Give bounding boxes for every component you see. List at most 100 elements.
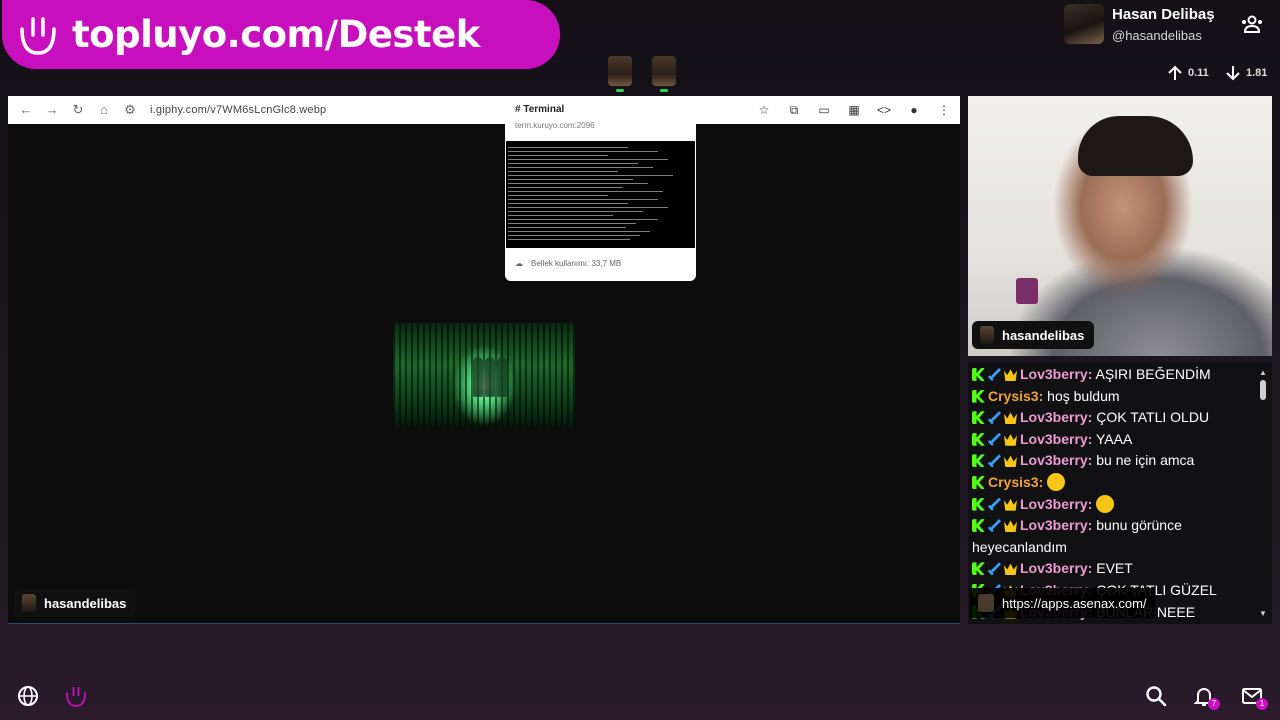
sword-badge-icon: [988, 497, 1001, 511]
sword-badge-icon: [988, 454, 1001, 468]
browser-toolbar: ← → ↻ ⌂ ⚙ i.giphy.com/v7WM6sLcnGlc8.webp…: [8, 96, 960, 124]
extensions-icon[interactable]: ⧉: [786, 102, 802, 118]
home-icon[interactable]: ⌂: [96, 102, 112, 118]
chat-scrollbar[interactable]: ▲ ▼: [1258, 368, 1268, 618]
webcam-feed[interactable]: hasandelibas: [968, 96, 1272, 356]
crown-badge-icon: [1004, 498, 1017, 511]
chat-message: Lov3berry: bu ne için amca: [968, 450, 1252, 472]
download-stat: 1.81: [1224, 64, 1267, 82]
chat-username[interactable]: Lov3berry:: [1020, 431, 1092, 447]
menu-kebab-icon[interactable]: ⋮: [936, 102, 952, 118]
link-url[interactable]: https://apps.asenax.com/: [1002, 596, 1147, 611]
chat-username[interactable]: Crysis3:: [988, 388, 1043, 404]
crown-badge-icon: [1004, 369, 1017, 381]
url-text[interactable]: i.giphy.com/v7WM6sLcnGlc8.webp: [150, 104, 326, 116]
chat-username[interactable]: Lov3berry:: [1020, 452, 1092, 468]
chat-message: Lov3berry: bunu görünce heyecanlandım: [968, 515, 1252, 558]
sword-badge-icon: [988, 519, 1001, 533]
devtools-icon[interactable]: <>: [876, 102, 892, 118]
profile-avatar[interactable]: [1064, 4, 1104, 44]
kick-badge-icon: [972, 454, 985, 468]
chat-text: bu ne için amca: [1096, 452, 1195, 469]
camera-user-tag: hasandelibas: [972, 321, 1095, 349]
webcam-person: [1078, 116, 1193, 176]
user-avatar: [980, 326, 994, 344]
chat-username[interactable]: Crysis3:: [988, 474, 1043, 490]
tab-preview-title: # Terminal: [515, 104, 565, 115]
memory-icon: ☁: [515, 259, 523, 268]
link-tooltip: https://apps.asenax.com/: [970, 588, 1155, 618]
chat-username[interactable]: Lov3berry:: [1020, 517, 1092, 533]
screen-user-name: hasandelibas: [44, 595, 127, 611]
camera-user-name: hasandelibas: [1002, 327, 1085, 343]
chat-message: Lov3berry: EVET: [968, 558, 1252, 580]
kick-badge-icon: [972, 519, 985, 533]
user-avatar: [22, 594, 36, 612]
terminal-thumbnail: [506, 141, 695, 248]
site-settings-icon[interactable]: ⚙: [122, 102, 138, 118]
chat-text: YAAA: [1096, 430, 1133, 447]
chat-username[interactable]: Lov3berry:: [1020, 366, 1092, 382]
chat-username[interactable]: Lov3berry:: [1020, 496, 1092, 512]
upload-stat: 0.11: [1166, 64, 1209, 82]
profile-name: Hasan Delibaş: [1112, 6, 1215, 23]
arrow-down-icon: [1226, 66, 1240, 81]
messages-button[interactable]: 1: [1240, 684, 1268, 710]
sword-badge-icon: [988, 562, 1001, 576]
chat-text: hoş buldum: [1047, 387, 1120, 404]
chat-text: ÇOK TATLI OLDU: [1096, 409, 1210, 426]
memory-usage: ☁ Bellek kullanımı: 33,7 MB: [515, 259, 621, 268]
search-icon[interactable]: [1144, 684, 1168, 708]
kick-badge-icon: [972, 562, 985, 576]
browser-profile-icon[interactable]: ●: [906, 102, 922, 118]
tab-preview-url: term.kuruyo.com:2096: [515, 121, 595, 130]
notifications-button[interactable]: 7: [1192, 684, 1220, 710]
notification-badge: 7: [1208, 698, 1220, 710]
globe-icon[interactable]: [16, 684, 40, 708]
participant-avatar[interactable]: [608, 56, 632, 92]
chat-panel[interactable]: Lov3berry: AŞIRI BEĞENDİM Crysis3: hoş bu…: [968, 362, 1272, 624]
hugging-emoji: [1096, 494, 1115, 513]
crown-badge-icon: [1004, 412, 1017, 425]
chat-username[interactable]: Lov3berry:: [1020, 560, 1092, 576]
chat-message-list: Lov3berry: AŞIRI BEĞENDİM Crysis3: hoş bu…: [968, 362, 1272, 623]
chat-message: Lov3berry:: [968, 494, 1252, 516]
cast-icon[interactable]: ▭: [816, 102, 832, 118]
friends-icon[interactable]: [1240, 14, 1264, 34]
topluyo-home-icon[interactable]: [64, 684, 88, 708]
kick-badge-icon: [972, 411, 985, 425]
bookmark-star-icon[interactable]: ☆: [756, 102, 772, 118]
screen-user-tag: hasandelibas: [14, 589, 137, 617]
chat-scroll-thumb[interactable]: [1260, 380, 1266, 400]
arrow-up-icon: [1168, 65, 1182, 80]
sword-badge-icon: [988, 432, 1001, 446]
screen-share[interactable]: ← → ↻ ⌂ ⚙ i.giphy.com/v7WM6sLcnGlc8.webp…: [8, 96, 960, 624]
party-emoji: [1047, 472, 1066, 491]
crown-badge-icon: [1004, 434, 1017, 446]
profile-handle: @hasandelibas: [1112, 28, 1202, 43]
chat-message: Crysis3: hoş buldum: [968, 386, 1252, 408]
chat-text: AŞIRI BEĞENDİM: [1095, 366, 1211, 382]
reload-icon[interactable]: ↻: [70, 102, 86, 118]
tab-preview-card: # Terminal term.kuruyo.com:2096 ☁ Bellek…: [505, 96, 696, 281]
participant-avatar[interactable]: [652, 56, 676, 92]
forward-icon[interactable]: →: [44, 102, 60, 118]
upload-value: 0.11: [1188, 67, 1209, 79]
crown-badge-icon: [1004, 455, 1017, 468]
qr-icon[interactable]: ▦: [846, 102, 862, 118]
kick-badge-icon: [972, 475, 985, 489]
matrix-gif-image: [393, 323, 575, 427]
chat-text: EVET: [1096, 560, 1133, 577]
chat-message: Lov3berry: AŞIRI BEĞENDİM: [968, 364, 1252, 386]
chat-message: Lov3berry: ÇOK TATLI OLDU: [968, 407, 1252, 429]
back-icon[interactable]: ←: [18, 102, 34, 118]
kick-badge-icon: [972, 432, 985, 446]
crown-badge-icon: [1004, 563, 1017, 576]
memory-text: Bellek kullanımı: 33,7 MB: [531, 259, 622, 268]
link-user-avatar: [978, 594, 994, 612]
support-banner[interactable]: topluyo.com/Destek: [2, 0, 560, 69]
banner-text: topluyo.com/Destek: [72, 13, 480, 56]
chat-username[interactable]: Lov3berry:: [1020, 409, 1092, 425]
sword-badge-icon: [988, 368, 1001, 381]
sword-badge-icon: [988, 411, 1001, 425]
